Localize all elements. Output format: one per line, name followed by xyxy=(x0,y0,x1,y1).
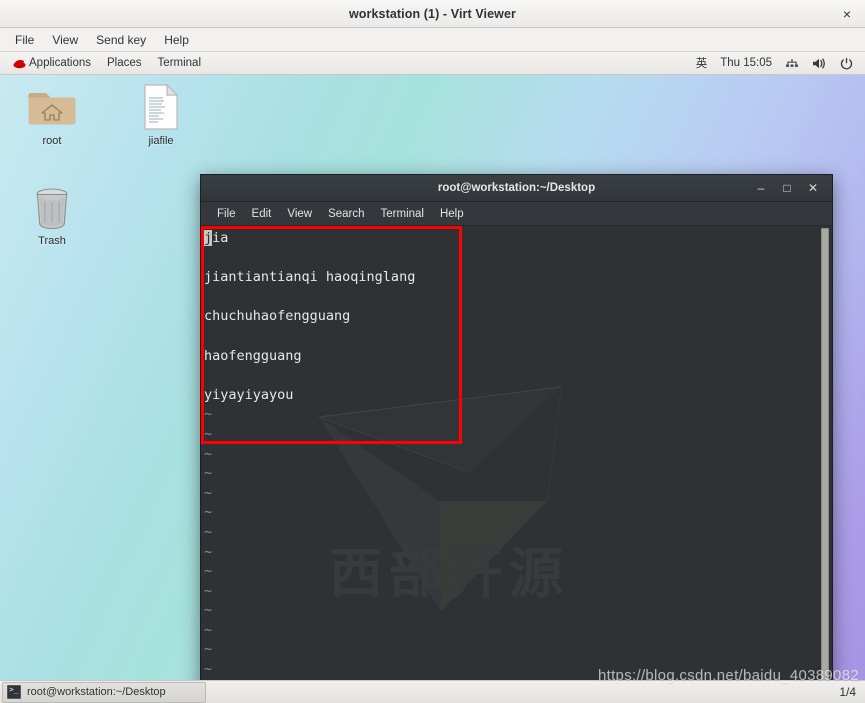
vim-empty-line-marker: ~ xyxy=(204,661,213,678)
vim-empty-line-marker: ~ xyxy=(204,641,213,658)
terminal-icon xyxy=(7,685,21,699)
gnome-menu-applications[interactable]: Applications xyxy=(4,54,99,72)
vim-empty-line-marker: ~ xyxy=(204,484,213,501)
terminal-title: root@workstation:~/Desktop xyxy=(437,182,596,194)
vim-empty-line-marker: ~ xyxy=(204,543,213,560)
home-folder-icon xyxy=(16,80,88,134)
vim-empty-line-marker: ~ xyxy=(204,504,213,521)
terminal-window-buttons: – □ ✕ xyxy=(748,175,826,201)
viewer-title: workstation (1) - Virt Viewer xyxy=(348,6,517,21)
clock[interactable]: Thu 15:05 xyxy=(715,55,777,71)
vim-empty-line-marker: ~ xyxy=(204,582,213,599)
maximize-icon[interactable]: □ xyxy=(774,177,800,199)
desktop-icon-root[interactable]: root xyxy=(16,80,88,148)
power-icon[interactable] xyxy=(835,55,858,72)
gnome-bottom-taskbar: root@workstation:~/Desktop 1/4 xyxy=(0,680,865,703)
terminal-body[interactable]: 西部开源 jia jiantiantianqi haoqinglang chuc… xyxy=(201,226,832,680)
viewer-menu-sendkey[interactable]: Send key xyxy=(87,30,155,50)
gnome-menu-terminal[interactable]: Terminal xyxy=(150,54,209,72)
vim-line: jiantiantianqi haoqinglang xyxy=(204,269,416,286)
viewer-menu-help[interactable]: Help xyxy=(155,30,198,50)
vim-empty-line-marker: ~ xyxy=(204,621,213,638)
desktop-icon-trash-label: Trash xyxy=(38,235,66,247)
gnome-menu-places[interactable]: Places xyxy=(99,54,150,72)
terminal-scrollbar[interactable] xyxy=(818,226,832,680)
vim-empty-line-marker: ~ xyxy=(204,445,213,462)
viewer-menu-file[interactable]: File xyxy=(6,30,43,50)
viewer-menu-view[interactable]: View xyxy=(43,30,87,50)
desktop-icon-root-label: root xyxy=(42,135,62,147)
vim-empty-line-marker: ~ xyxy=(204,523,213,540)
close-icon[interactable]: ✕ xyxy=(800,177,826,199)
taskbar-window-button[interactable]: root@workstation:~/Desktop xyxy=(2,681,206,703)
text-file-icon xyxy=(125,80,197,134)
vim-empty-line-marker: ~ xyxy=(204,406,213,423)
vim-empty-line-marker: ~ xyxy=(204,465,213,482)
desktop-icon-trash[interactable]: Trash xyxy=(16,180,88,248)
terminal-menubar: File Edit View Search Terminal Help xyxy=(201,202,832,226)
minimize-icon[interactable]: – xyxy=(748,177,774,199)
vim-line xyxy=(204,249,832,269)
network-icon[interactable] xyxy=(780,55,804,71)
vim-empty-line-marker: ~ xyxy=(204,563,213,580)
terminal-scrollbar-thumb[interactable] xyxy=(821,228,829,680)
terminal-window: root@workstation:~/Desktop – □ ✕ File Ed… xyxy=(200,174,833,680)
vim-line xyxy=(204,288,832,308)
redhat-logo-icon xyxy=(12,58,27,69)
terminal-menu-file[interactable]: File xyxy=(209,205,244,223)
desktop-icon-jiafile[interactable]: jiafile xyxy=(125,80,197,148)
guest-screen: Applications Places Terminal 英 Thu 15:05 xyxy=(0,52,865,703)
vim-line xyxy=(204,366,832,386)
ime-indicator[interactable]: 英 xyxy=(691,53,713,73)
viewer-titlebar: workstation (1) - Virt Viewer × xyxy=(0,0,865,28)
vim-empty-line-marker: ~ xyxy=(204,602,213,619)
terminal-menu-help[interactable]: Help xyxy=(432,205,472,223)
virt-viewer-window: workstation (1) - Virt Viewer × File Vie… xyxy=(0,0,865,703)
vim-line: chuchuhaofengguang xyxy=(204,308,351,325)
vim-line: haofengguang xyxy=(204,347,302,364)
terminal-titlebar[interactable]: root@workstation:~/Desktop – □ ✕ xyxy=(201,175,832,202)
vim-empty-line-marker: ~ xyxy=(204,425,213,442)
terminal-menu-edit[interactable]: Edit xyxy=(244,205,280,223)
vim-cursor: j xyxy=(204,230,213,246)
viewer-menubar: File View Send key Help xyxy=(0,28,865,52)
gnome-panel-tray: 英 Thu 15:05 xyxy=(691,53,865,73)
gnome-panel-left: Applications Places Terminal xyxy=(0,54,209,72)
taskbar-window-label: root@workstation:~/Desktop xyxy=(27,686,166,698)
close-icon[interactable]: × xyxy=(839,7,855,21)
vim-line: jia xyxy=(204,230,229,246)
gnome-menu-applications-label: Applications xyxy=(29,57,92,69)
terminal-menu-search[interactable]: Search xyxy=(320,205,372,223)
desktop-area: root jiafile Trash root@workstation:~/De… xyxy=(0,75,865,680)
vim-line xyxy=(204,327,832,347)
volume-icon[interactable] xyxy=(807,55,832,72)
desktop-icon-jiafile-label: jiafile xyxy=(148,135,174,147)
terminal-menu-view[interactable]: View xyxy=(279,205,320,223)
gnome-top-panel: Applications Places Terminal 英 Thu 15:05 xyxy=(0,52,865,75)
vim-editor-buffer[interactable]: jia jiantiantianqi haoqinglang chuchuhao… xyxy=(201,226,832,680)
terminal-menu-terminal[interactable]: Terminal xyxy=(373,205,432,223)
vim-line: yiyayiyayou xyxy=(204,386,294,403)
workspace-switcher[interactable]: 1/4 xyxy=(839,685,856,699)
trash-icon xyxy=(16,180,88,234)
